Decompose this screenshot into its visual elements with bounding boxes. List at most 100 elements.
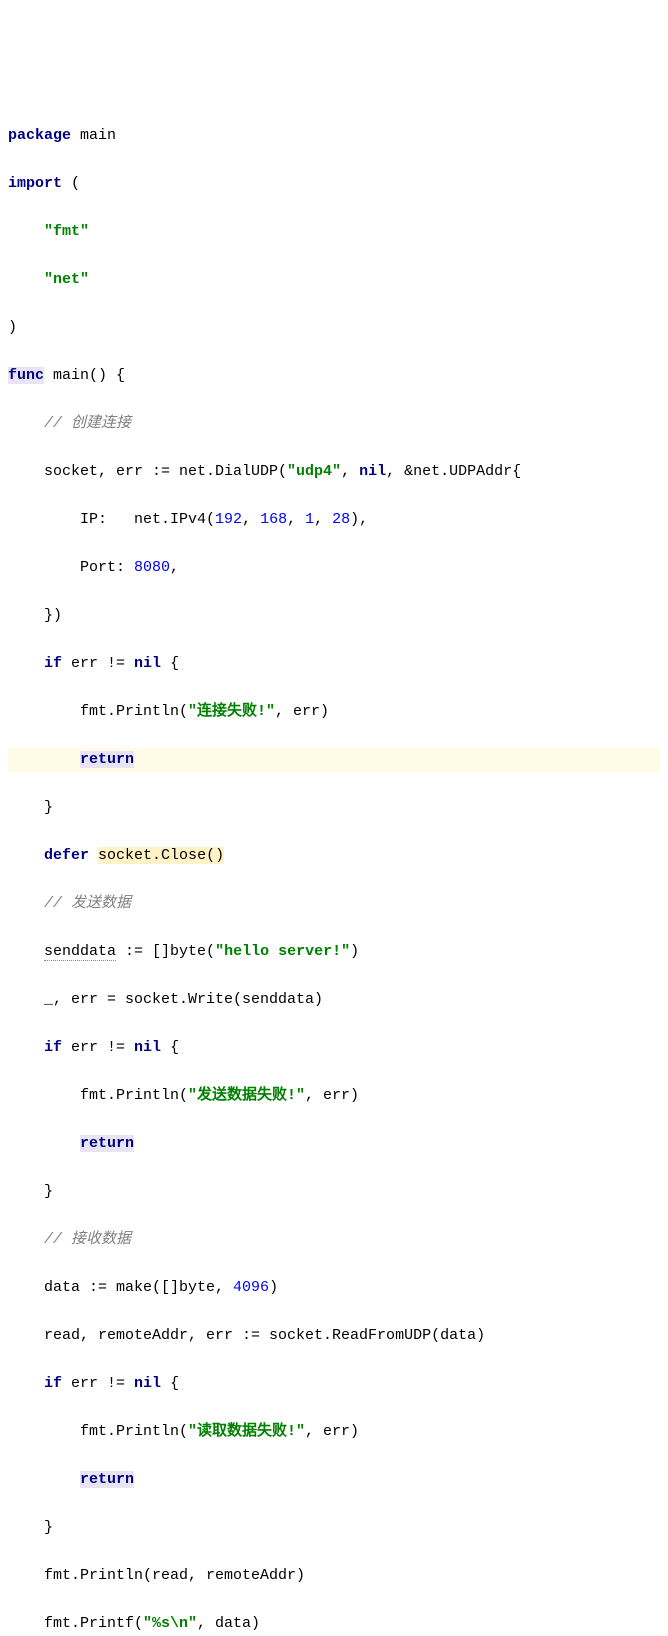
text: ( — [62, 175, 80, 192]
code-line: senddata := []byte("hello server!") — [8, 940, 660, 964]
code-line: ) — [8, 316, 660, 340]
code-line: _, err = socket.Write(senddata) — [8, 988, 660, 1012]
code-line: "fmt" — [8, 220, 660, 244]
text — [89, 847, 98, 864]
text: := []byte( — [116, 943, 215, 960]
code-line: fmt.Println("连接失败!", err) — [8, 700, 660, 724]
string-literal: "连接失败!" — [188, 703, 275, 720]
text: err != — [62, 655, 134, 672]
text: read, remoteAddr, err := socket.ReadFrom… — [8, 1327, 485, 1344]
number: 168 — [260, 511, 287, 528]
text: , data) — [197, 1615, 260, 1632]
code-line: } — [8, 1516, 660, 1540]
code-line: socket, err := net.DialUDP("udp4", nil, … — [8, 460, 660, 484]
text: { — [161, 655, 179, 672]
string-literal: "fmt" — [44, 223, 89, 240]
text: , &net.UDPAddr{ — [386, 463, 521, 480]
text: fmt.Println( — [8, 1087, 188, 1104]
comment: // 接收数据 — [8, 1231, 131, 1248]
text: _, err = socket.Write(senddata) — [8, 991, 323, 1008]
keyword-return: return — [80, 1471, 134, 1488]
comment: // 发送数据 — [8, 895, 131, 912]
code-line: func main() { — [8, 364, 660, 388]
text: main — [71, 127, 116, 144]
code-block: package main import ( "fmt" "net" ) func… — [8, 100, 660, 1636]
text: data := make([]byte, — [8, 1279, 233, 1296]
text: , — [314, 511, 332, 528]
keyword-if: if — [44, 1039, 62, 1056]
text: , err) — [305, 1423, 359, 1440]
string-literal: "发送数据失败!" — [188, 1087, 305, 1104]
text: { — [161, 1039, 179, 1056]
text: , err) — [275, 703, 329, 720]
keyword-import: import — [8, 175, 62, 192]
number: 4096 — [233, 1279, 269, 1296]
comment: // 创建连接 — [8, 415, 131, 432]
code-line: // 接收数据 — [8, 1228, 660, 1252]
keyword-if: if — [44, 1375, 62, 1392]
code-line: } — [8, 1180, 660, 1204]
code-line: fmt.Println("发送数据失败!", err) — [8, 1084, 660, 1108]
text: err != — [62, 1375, 134, 1392]
code-line: defer socket.Close() — [8, 844, 660, 868]
text: , — [287, 511, 305, 528]
code-line: }) — [8, 604, 660, 628]
code-line: IP: net.IPv4(192, 168, 1, 28), — [8, 508, 660, 532]
keyword-package: package — [8, 127, 71, 144]
text: main() { — [44, 367, 125, 384]
code-line: return — [8, 1468, 660, 1492]
code-line: fmt.Printf("%s\n", data) — [8, 1612, 660, 1636]
text: , — [341, 463, 359, 480]
text: { — [161, 1375, 179, 1392]
code-line: read, remoteAddr, err := socket.ReadFrom… — [8, 1324, 660, 1348]
text: , err) — [305, 1087, 359, 1104]
text: } — [8, 1519, 53, 1536]
text: IP: net.IPv4( — [8, 511, 215, 528]
text: ) — [350, 943, 359, 960]
code-line: // 发送数据 — [8, 892, 660, 916]
number: 192 — [215, 511, 242, 528]
code-line: data := make([]byte, 4096) — [8, 1276, 660, 1300]
keyword-defer: defer — [44, 847, 89, 864]
code-line: fmt.Println(read, remoteAddr) — [8, 1564, 660, 1588]
text: socket, err := net.DialUDP( — [8, 463, 287, 480]
text: err != — [62, 1039, 134, 1056]
code-line: if err != nil { — [8, 1036, 660, 1060]
keyword-nil: nil — [134, 655, 161, 672]
keyword-return: return — [80, 1135, 134, 1152]
string-literal: "hello server!" — [215, 943, 350, 960]
identifier: senddata — [44, 943, 116, 961]
keyword-func: func — [8, 367, 44, 384]
code-line-highlighted: return — [8, 748, 660, 772]
number: 8080 — [134, 559, 170, 576]
keyword-nil: nil — [134, 1375, 161, 1392]
keyword-nil: nil — [359, 463, 386, 480]
code-line: fmt.Println("读取数据失败!", err) — [8, 1420, 660, 1444]
text: , — [170, 559, 179, 576]
code-line: if err != nil { — [8, 1372, 660, 1396]
string-literal: "%s\n" — [143, 1615, 197, 1632]
text — [8, 1375, 44, 1392]
code-line: } — [8, 796, 660, 820]
code-line: Port: 8080, — [8, 556, 660, 580]
text: fmt.Printf( — [8, 1615, 143, 1632]
code-line: // 创建连接 — [8, 412, 660, 436]
text — [8, 1135, 80, 1152]
text: , — [242, 511, 260, 528]
code-line: "net" — [8, 268, 660, 292]
code-line: return — [8, 1132, 660, 1156]
text: ), — [350, 511, 368, 528]
text — [8, 1471, 80, 1488]
text — [8, 943, 44, 960]
text: fmt.Println( — [8, 1423, 188, 1440]
highlighted-call: socket.Close() — [98, 847, 224, 864]
text — [8, 751, 80, 768]
keyword-return: return — [80, 751, 134, 768]
number: 28 — [332, 511, 350, 528]
string-literal: "读取数据失败!" — [188, 1423, 305, 1440]
string-literal: "udp4" — [287, 463, 341, 480]
text: } — [8, 1183, 53, 1200]
text: fmt.Println( — [8, 703, 188, 720]
keyword-nil: nil — [134, 1039, 161, 1056]
code-line: package main — [8, 124, 660, 148]
